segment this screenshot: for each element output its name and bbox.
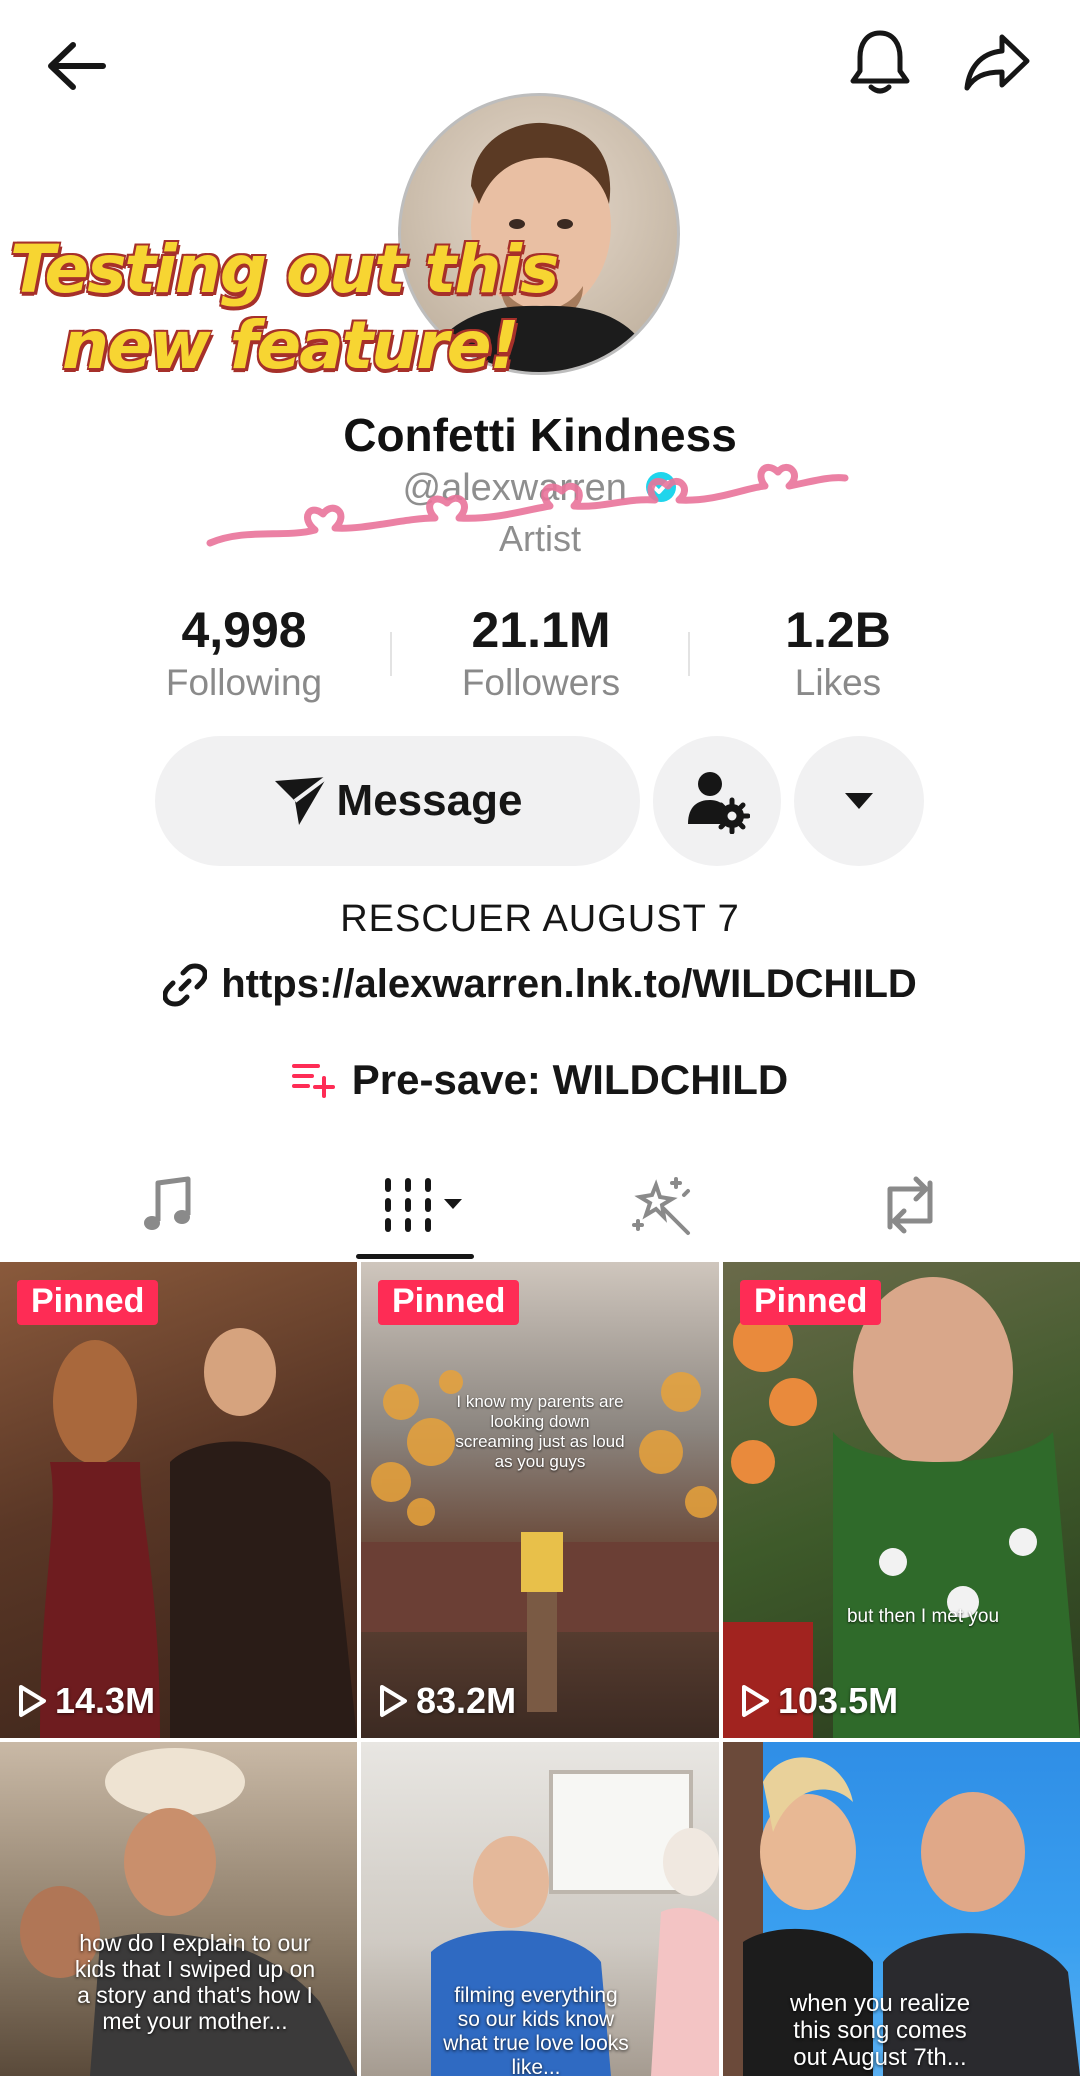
stat-likes-value: 1.2B bbox=[785, 602, 891, 658]
presave-button[interactable]: Pre-save: WILDCHILD bbox=[0, 1056, 1080, 1104]
tab-reposts[interactable] bbox=[850, 1170, 970, 1240]
tab-music[interactable] bbox=[108, 1170, 228, 1240]
add-to-playlist-icon bbox=[291, 1064, 335, 1098]
video-caption: how do I explain to our kids that I swip… bbox=[74, 1930, 316, 2034]
back-button[interactable] bbox=[38, 28, 114, 104]
stat-followers[interactable]: 21.1M Followers bbox=[391, 600, 691, 706]
link-chain-icon bbox=[163, 963, 208, 1006]
tab-active-indicator bbox=[356, 1254, 474, 1259]
overlay-sticker-line2: new feature! bbox=[62, 307, 520, 384]
video-caption: filming everything so our kids know what… bbox=[443, 1984, 629, 2076]
thumbnail-scene bbox=[361, 1370, 719, 1712]
stat-following-label: Following bbox=[165, 662, 323, 703]
bio-link-text: https://alexwarren.lnk.to/WILDCHILD bbox=[221, 962, 917, 1006]
user-gear-icon bbox=[688, 772, 750, 834]
message-button-label: Message bbox=[336, 776, 523, 825]
play-icon bbox=[380, 1685, 407, 1717]
view-count: 14.3M bbox=[17, 1680, 155, 1722]
video-thumbnail-5[interactable]: filming everything so our kids know what… bbox=[361, 1742, 719, 2076]
grid-videos-icon bbox=[385, 1178, 462, 1232]
video-thumbnail-2[interactable]: I know my parents are looking down screa… bbox=[361, 1262, 719, 1738]
tab-effects[interactable] bbox=[602, 1170, 722, 1240]
video-caption: I know my parents are looking down screa… bbox=[455, 1392, 625, 1471]
sparkle-wand-icon bbox=[632, 1177, 690, 1235]
play-icon bbox=[742, 1685, 769, 1717]
pinned-badge: Pinned bbox=[17, 1280, 159, 1325]
notification-bell-button[interactable] bbox=[840, 22, 920, 102]
message-button[interactable]: Message bbox=[155, 736, 640, 866]
bio-text: RESCUER AUGUST 7 bbox=[340, 898, 740, 940]
heart-scribble-decoration bbox=[206, 463, 849, 547]
tab-videos[interactable] bbox=[358, 1170, 488, 1240]
view-count: 103.5M bbox=[740, 1680, 898, 1722]
video-thumbnail-6[interactable]: when you realize this song comes out Aug… bbox=[723, 1742, 1080, 2076]
stat-likes[interactable]: 1.2B Likes bbox=[688, 600, 988, 706]
video-caption: but then I met you bbox=[846, 1606, 1000, 1627]
video-thumbnail-1[interactable]: Pinned 14.3M bbox=[0, 1262, 357, 1738]
send-paper-plane-icon bbox=[274, 775, 328, 825]
video-caption: when you realize this song comes out Aug… bbox=[789, 1990, 971, 2071]
repost-icon bbox=[887, 1176, 933, 1234]
pinned-badge: Pinned bbox=[740, 1280, 882, 1325]
video-thumbnail-3[interactable]: but then I met you Pinned 103.5M bbox=[723, 1262, 1080, 1738]
overlay-sticker-line1: Testing out this bbox=[10, 231, 559, 308]
stat-followers-value: 21.1M bbox=[471, 602, 611, 658]
view-count-value: 14.3M bbox=[55, 1680, 156, 1721]
thumbnail-scene bbox=[723, 1277, 1080, 1738]
music-note-icon bbox=[144, 1176, 191, 1230]
play-icon bbox=[19, 1685, 46, 1717]
view-count-value: 103.5M bbox=[778, 1680, 899, 1721]
share-arrow-icon bbox=[964, 34, 1030, 91]
view-count: 83.2M bbox=[378, 1680, 516, 1722]
bio-link[interactable]: https://alexwarren.lnk.to/WILDCHILD bbox=[0, 962, 1080, 1007]
more-dropdown-button[interactable] bbox=[794, 736, 924, 866]
back-arrow-icon bbox=[48, 42, 106, 90]
stat-followers-label: Followers bbox=[461, 662, 621, 703]
view-count-value: 83.2M bbox=[416, 1680, 517, 1721]
profile-settings-button[interactable] bbox=[653, 736, 781, 866]
thumbnail-scene bbox=[40, 1328, 357, 1738]
video-thumbnail-4[interactable]: how do I explain to our kids that I swip… bbox=[0, 1742, 357, 2076]
stat-following[interactable]: 4,998 Following bbox=[94, 600, 394, 706]
presave-label: Pre-save: WILDCHILD bbox=[351, 1056, 789, 1103]
bell-icon bbox=[850, 30, 910, 94]
pinned-badge: Pinned bbox=[378, 1280, 520, 1325]
caret-down-icon bbox=[845, 793, 873, 809]
share-button[interactable] bbox=[955, 22, 1039, 102]
stat-likes-label: Likes bbox=[794, 662, 882, 703]
stat-following-value: 4,998 bbox=[181, 602, 307, 658]
